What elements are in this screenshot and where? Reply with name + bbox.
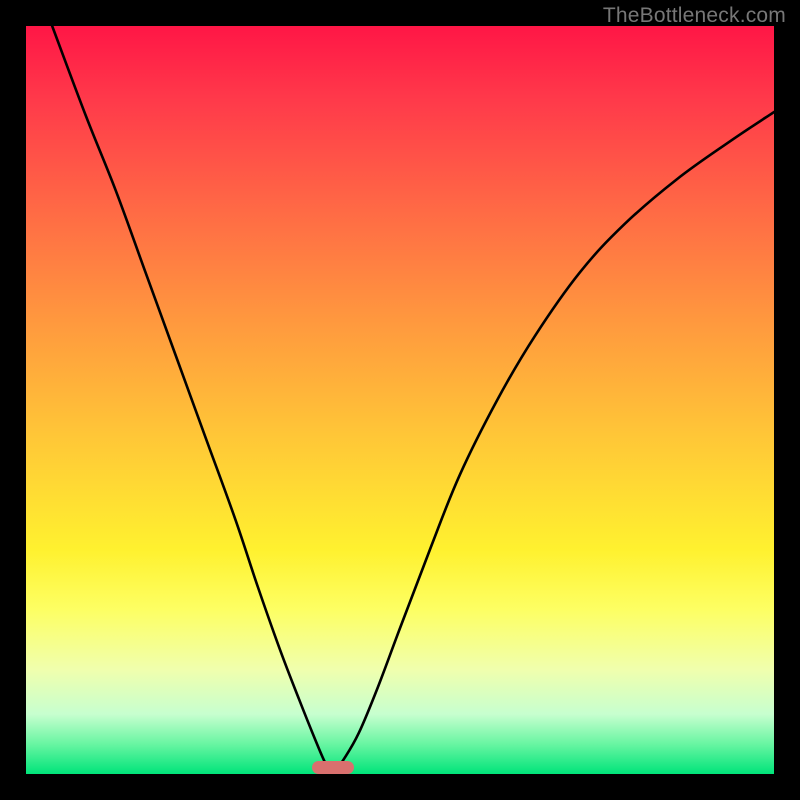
- optimum-marker: [312, 761, 354, 775]
- outer-frame: TheBottleneck.com: [0, 0, 800, 800]
- curve-right-branch: [333, 112, 774, 774]
- bottleneck-curve: [26, 26, 774, 774]
- watermark-text: TheBottleneck.com: [603, 4, 786, 28]
- plot-area: [26, 26, 774, 774]
- curve-left-branch: [52, 26, 333, 774]
